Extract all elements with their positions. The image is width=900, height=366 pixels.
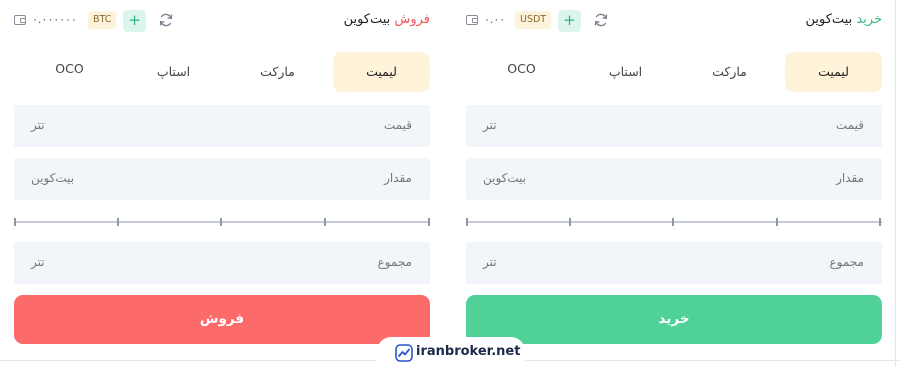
slider-track	[466, 221, 882, 223]
sell-amount-input[interactable]: مقدار بیت‌کوین	[14, 158, 430, 200]
sell-header: ۰.۰۰۰۰۰۰ BTC + فروش بیت‌کوین	[14, 10, 430, 32]
sell-amount-slider[interactable]	[14, 218, 430, 226]
sell-title-verb: فروش	[394, 12, 430, 27]
buy-balance: ۰.۰۰	[484, 13, 506, 26]
slider-tick-25[interactable]	[569, 218, 571, 226]
buy-price-input[interactable]: قیمت تتر	[466, 105, 882, 147]
slider-tick-100[interactable]	[879, 218, 881, 226]
deposit-plus-button[interactable]: +	[558, 10, 581, 32]
slider-tick-0[interactable]	[466, 218, 468, 226]
slider-tick-25[interactable]	[117, 218, 119, 226]
buy-panel: ۰.۰۰ USDT + خرید بیت‌کوین لیمیت مارکت اس…	[466, 0, 882, 366]
buy-amount-input[interactable]: مقدار بیت‌کوین	[466, 158, 882, 200]
slider-tick-50[interactable]	[672, 218, 674, 226]
buy-button[interactable]: خرید	[466, 295, 882, 344]
sell-order-type-tabs: لیمیت مارکت استاپ OCO	[14, 52, 430, 92]
coin-badge-btc: BTC	[88, 11, 117, 29]
iranbroker-logo-icon	[395, 344, 413, 362]
slider-tick-100[interactable]	[428, 218, 430, 226]
amount-label: مقدار	[384, 171, 412, 185]
buy-header: ۰.۰۰ USDT + خرید بیت‌کوین	[466, 10, 882, 32]
tab-limit[interactable]: لیمیت	[785, 52, 882, 92]
watermark-text: iranbroker.net	[416, 344, 521, 359]
sell-title-asset: بیت‌کوین	[343, 12, 391, 27]
tab-market[interactable]: مارکت	[681, 52, 778, 92]
sell-panel-title: فروش بیت‌کوین	[344, 12, 430, 27]
tab-stop[interactable]: استاپ	[125, 52, 222, 92]
deposit-plus-button[interactable]: +	[123, 10, 146, 32]
tab-limit[interactable]: لیمیت	[333, 52, 430, 92]
buy-panel-title: خرید بیت‌کوین	[805, 12, 882, 27]
buy-title-verb: خرید	[856, 12, 882, 27]
sell-total-input[interactable]: مجموع تتر	[14, 242, 430, 284]
tab-market[interactable]: مارکت	[229, 52, 326, 92]
sell-button[interactable]: فروش	[14, 295, 430, 344]
tab-oco[interactable]: OCO	[21, 49, 118, 89]
refresh-icon[interactable]	[593, 12, 609, 28]
slider-track	[14, 221, 430, 223]
sell-price-input[interactable]: قیمت تتر	[14, 105, 430, 147]
slider-tick-0[interactable]	[14, 218, 16, 226]
buy-title-asset: بیت‌کوین	[805, 12, 853, 27]
price-unit: تتر	[31, 118, 45, 132]
amount-label: مقدار	[836, 171, 864, 185]
total-label: مجموع	[829, 255, 864, 269]
wallet-icon	[466, 15, 478, 25]
total-label: مجموع	[377, 255, 412, 269]
tab-oco[interactable]: OCO	[473, 49, 570, 89]
price-unit: تتر	[483, 118, 497, 132]
buy-amount-slider[interactable]	[466, 218, 882, 226]
slider-tick-75[interactable]	[324, 218, 326, 226]
total-unit: تتر	[31, 255, 45, 269]
slider-tick-75[interactable]	[776, 218, 778, 226]
amount-unit: بیت‌کوین	[31, 171, 75, 185]
panel-border-right	[895, 0, 896, 366]
iranbroker-watermark: iranbroker.net	[377, 337, 525, 366]
tab-stop[interactable]: استاپ	[577, 52, 674, 92]
sell-panel: ۰.۰۰۰۰۰۰ BTC + فروش بیت‌کوین لیمیت مارکت…	[14, 0, 430, 366]
amount-unit: بیت‌کوین	[483, 171, 527, 185]
price-label: قیمت	[383, 118, 412, 132]
refresh-icon[interactable]	[158, 12, 174, 28]
sell-balance: ۰.۰۰۰۰۰۰	[32, 13, 77, 26]
buy-total-input[interactable]: مجموع تتر	[466, 242, 882, 284]
wallet-icon	[14, 15, 26, 25]
coin-badge-usdt: USDT	[515, 11, 552, 29]
total-unit: تتر	[483, 255, 497, 269]
slider-tick-50[interactable]	[220, 218, 222, 226]
price-label: قیمت	[835, 118, 864, 132]
buy-order-type-tabs: لیمیت مارکت استاپ OCO	[466, 52, 882, 92]
